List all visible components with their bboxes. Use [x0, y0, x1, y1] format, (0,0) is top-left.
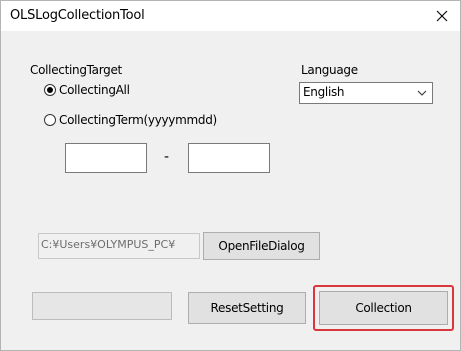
radio-label-all: CollectingAll: [59, 83, 130, 97]
radio-indicator-all: [44, 84, 56, 96]
term-separator: -: [164, 149, 170, 165]
file-path-field[interactable]: C:¥Users¥OLYMPUS_PC¥: [38, 233, 200, 259]
collection-button[interactable]: Collection: [319, 291, 448, 325]
language-select[interactable]: English: [299, 82, 433, 104]
radio-indicator-term: [44, 114, 56, 126]
language-label: Language: [301, 63, 358, 77]
title-bar: OLSLogCollectionTool: [1, 1, 460, 31]
progress-bar: [32, 292, 172, 320]
radio-collecting-all[interactable]: CollectingAll: [44, 83, 130, 97]
term-from-input[interactable]: [65, 143, 147, 173]
language-selected-value: English: [303, 85, 345, 99]
radio-label-term: CollectingTerm(yyyymmdd): [59, 113, 217, 127]
open-file-dialog-button[interactable]: OpenFileDialog: [203, 232, 320, 260]
dialog-window: OLSLogCollectionTool CollectingTarget Co…: [0, 0, 461, 351]
window-title: OLSLogCollectionTool: [10, 8, 145, 23]
close-icon: [436, 10, 448, 22]
reset-setting-button[interactable]: ResetSetting: [188, 292, 306, 324]
close-button[interactable]: [430, 4, 454, 28]
radio-collecting-term[interactable]: CollectingTerm(yyyymmdd): [44, 113, 217, 127]
term-to-input[interactable]: [188, 143, 270, 173]
chevron-down-icon: [417, 90, 427, 96]
collecting-target-label: CollectingTarget: [30, 63, 122, 77]
